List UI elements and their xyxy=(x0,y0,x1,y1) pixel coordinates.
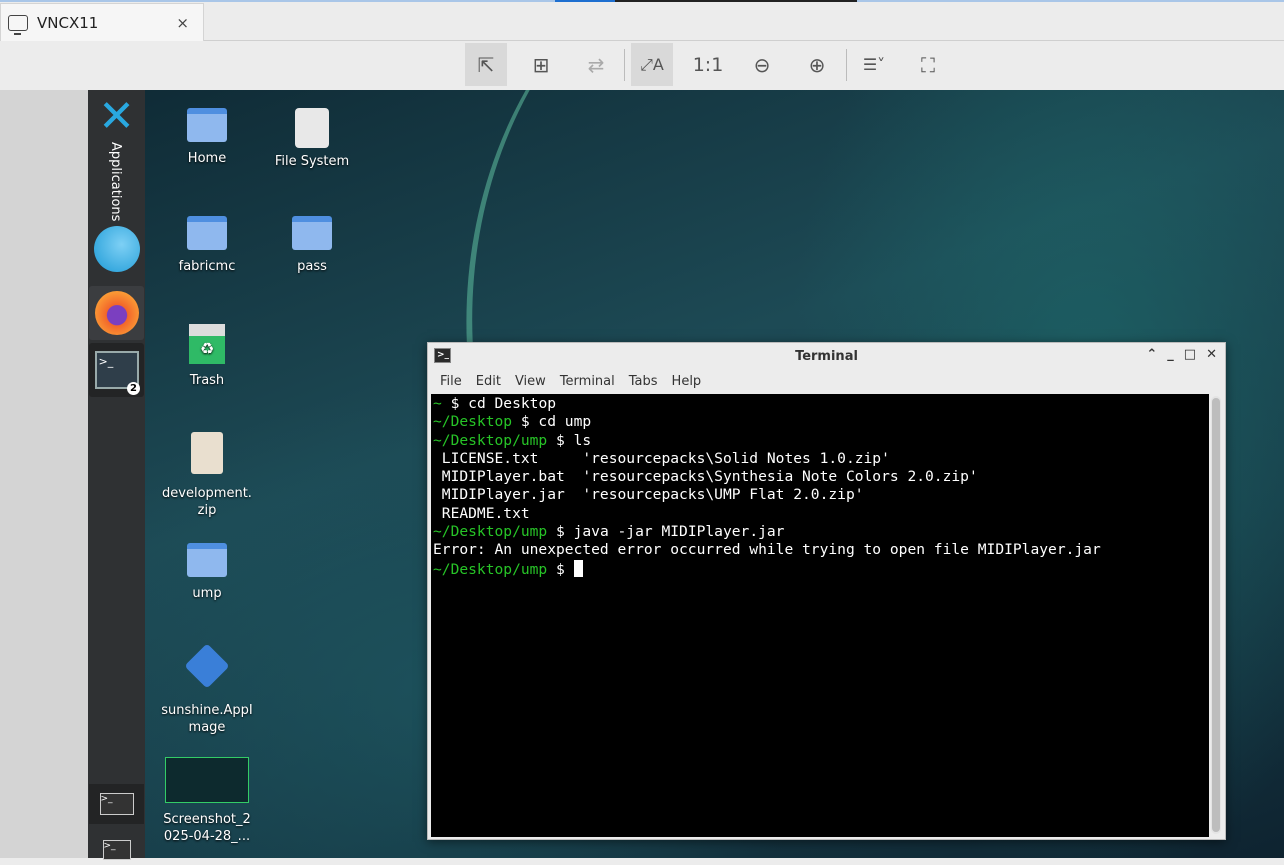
appimage-icon xyxy=(184,643,230,689)
terminal-line: MIDIPlayer.jar 'resourcepacks\UMP Flat 2… xyxy=(433,486,864,504)
desktop-icon-fabricmc[interactable]: fabricmc xyxy=(157,216,257,275)
firefox-icon[interactable] xyxy=(89,286,144,340)
close-icon[interactable]: ✕ xyxy=(1206,347,1217,362)
menu-bar: File Edit View Terminal Tabs Help xyxy=(428,369,1225,393)
one-to-one-button[interactable]: 1:1 xyxy=(687,43,729,86)
icon-label: File System xyxy=(274,154,350,169)
menu-tabs[interactable]: Tabs xyxy=(629,374,658,389)
icon-label: Screenshot_2025-04-28_... xyxy=(163,812,251,844)
terminal-output[interactable]: ~ $ cd Desktop ~/Desktop $ cd ump ~/Deskto… xyxy=(431,394,1209,837)
folder-icon xyxy=(187,543,227,577)
terminal-line: LICENSE.txt 'resourcepacks\Solid Notes 1… xyxy=(433,449,890,467)
desktop-icon-trash[interactable]: ♻ Trash xyxy=(157,324,257,389)
desktop-icon-pass[interactable]: pass xyxy=(262,216,362,275)
terminal-line: ~/Desktop/ump $ ls xyxy=(433,431,592,449)
minimize-icon[interactable]: _ xyxy=(1167,347,1174,362)
trash-icon: ♻ xyxy=(189,324,225,364)
top-accent xyxy=(555,0,615,2)
scale-icon[interactable]: ⤢A xyxy=(631,43,673,86)
tab-title: VNCX11 xyxy=(37,14,99,32)
viewer-margin xyxy=(0,90,88,858)
side-panel: ✕ Applications >_ 2 >_ >_ xyxy=(88,90,145,860)
menu-file[interactable]: File xyxy=(440,374,462,389)
terminal-line: ~ $ cd Desktop xyxy=(433,395,557,412)
icon-label: sunshine.AppImage xyxy=(161,703,253,735)
icon-label: pass xyxy=(297,259,327,274)
folder-icon xyxy=(292,216,332,250)
title-bar[interactable]: >_ Terminal ⌃ _ □ ✕ xyxy=(428,343,1225,369)
applications-label[interactable]: Applications xyxy=(108,142,123,221)
icon-label: fabricmc xyxy=(178,259,236,274)
drive-icon xyxy=(295,108,329,148)
folder-icon xyxy=(187,216,227,250)
terminal-icon: >_ xyxy=(434,348,451,363)
terminal-line: README.txt xyxy=(433,504,530,522)
zoom-out-icon[interactable]: ⊖ xyxy=(741,43,783,86)
settings-sliders-icon[interactable]: ☰˅ xyxy=(852,43,896,86)
home-folder-icon xyxy=(187,108,227,142)
menu-help[interactable]: Help xyxy=(672,374,702,389)
icon-label: ump xyxy=(192,586,222,601)
taskbar-terminal-button[interactable]: >_ xyxy=(89,784,144,824)
zip-file-icon xyxy=(191,432,223,474)
terminal-settings-icon[interactable]: >_ 2 xyxy=(89,343,144,397)
close-tab-button[interactable]: × xyxy=(176,14,189,32)
icon-label: development.zip xyxy=(162,486,252,518)
desktop-icon-sunshine[interactable]: sunshine.AppImage xyxy=(157,643,257,736)
tab-vncx11[interactable]: VNCX11 × xyxy=(0,3,204,42)
divider xyxy=(846,49,847,81)
zoom-in-icon[interactable]: ⊕ xyxy=(796,43,838,86)
terminal-line: MIDIPlayer.bat 'resourcepacks\Synthesia … xyxy=(433,468,978,486)
top-accent xyxy=(615,0,857,2)
menu-view[interactable]: View xyxy=(515,374,546,389)
menu-edit[interactable]: Edit xyxy=(476,374,501,389)
terminal-window: >_ Terminal ⌃ _ □ ✕ File Edit View Termi… xyxy=(427,342,1226,840)
scrollbar[interactable] xyxy=(1211,396,1221,834)
apps-icon[interactable]: ⊞ xyxy=(520,43,562,86)
icon-label: Trash xyxy=(189,373,225,388)
terminal-line: ~/Desktop/ump $ java -jar MIDIPlayer.jar xyxy=(433,523,785,541)
maximize-icon[interactable]: □ xyxy=(1184,347,1196,362)
shade-icon[interactable]: ⌃ xyxy=(1146,347,1157,362)
menu-terminal[interactable]: Terminal xyxy=(560,374,615,389)
desktop-icon-screenshot[interactable]: Screenshot_2025-04-28_... xyxy=(157,757,257,845)
desktop-icon-ump[interactable]: ump xyxy=(157,543,257,602)
monitor-icon xyxy=(8,15,28,35)
desktop-icon-development-zip[interactable]: development.zip xyxy=(157,432,257,519)
terminal-line: Error: An unexpected error occurred whil… xyxy=(433,541,1101,559)
desktop-icon-home[interactable]: Home xyxy=(157,108,257,167)
browser-globe-icon[interactable] xyxy=(89,225,144,273)
file-transfer-icon[interactable]: ⇄ xyxy=(575,43,617,86)
taskbar-terminal-button[interactable]: >_ xyxy=(89,835,144,865)
icon-label: Home xyxy=(187,151,227,166)
text-cursor xyxy=(573,559,583,577)
viewer-toolbar: ⇱ ⊞ ⇄ ⤢A 1:1 ⊖ ⊕ ☰˅ ⛶ xyxy=(0,41,1284,90)
tab-bar: VNCX11 × xyxy=(0,0,1284,42)
desktop-icon-file-system[interactable]: File System xyxy=(262,108,362,170)
pointer-click-icon[interactable]: ⇱ xyxy=(465,43,507,86)
terminal-line: ~/Desktop/ump $ xyxy=(433,559,1209,579)
window-count-badge: 2 xyxy=(127,382,140,395)
terminal-line: ~/Desktop $ cd ump xyxy=(433,413,592,431)
divider xyxy=(624,49,625,81)
window-title: Terminal xyxy=(795,348,858,364)
scrollbar-thumb[interactable] xyxy=(1212,398,1220,832)
xfce-applications-icon[interactable]: ✕ xyxy=(89,94,144,140)
fullscreen-icon[interactable]: ⛶ xyxy=(907,43,949,86)
image-thumbnail xyxy=(165,757,249,803)
